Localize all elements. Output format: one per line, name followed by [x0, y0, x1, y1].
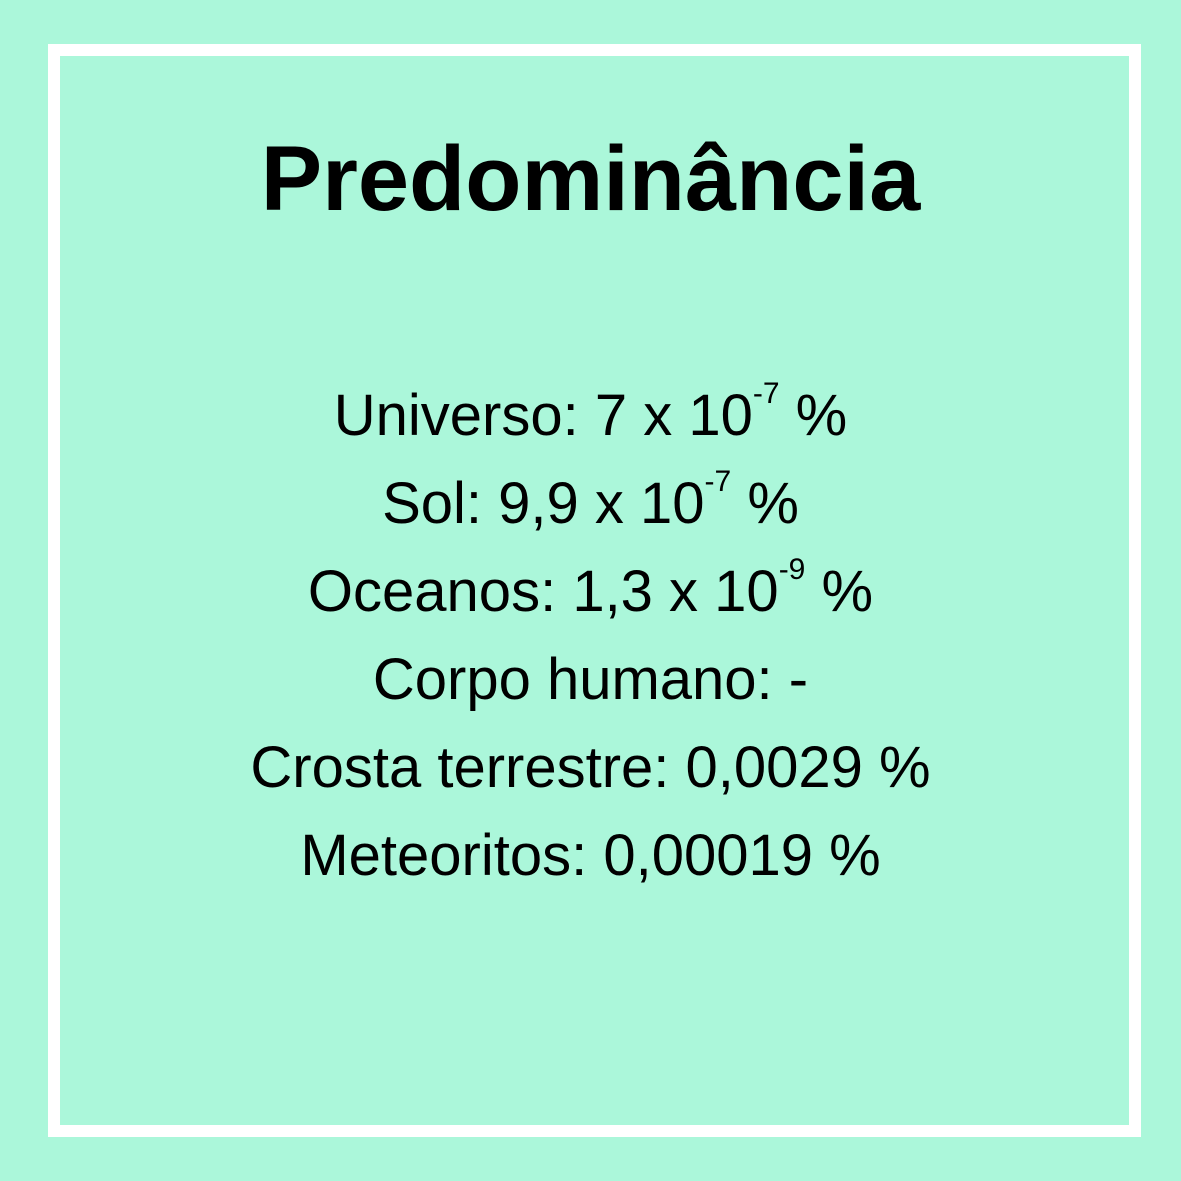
line-value: 0,0029 %	[685, 735, 931, 800]
line-oceanos: Oceanos: 1,3 x 10-9 %	[0, 548, 1181, 636]
line-label: Sol:	[382, 471, 483, 536]
line-exponent: -7	[704, 465, 732, 498]
line-corpo-humano: Corpo humano: -	[0, 636, 1181, 724]
page-title: Predominância	[260, 128, 921, 230]
line-meteoritos: Meteoritos: 0,00019 %	[0, 812, 1181, 900]
line-exponent: -7	[752, 377, 780, 410]
line-universo: Universo: 7 x 10-7 %	[0, 372, 1181, 460]
line-mantissa: 7 x 10	[594, 383, 753, 448]
line-label: Meteoritos:	[300, 823, 588, 888]
line-label: Universo:	[333, 383, 579, 448]
line-exponent: -9	[778, 553, 806, 586]
line-mantissa: 9,9 x 10	[498, 471, 705, 536]
line-value: -	[788, 647, 809, 712]
line-unit: %	[821, 559, 874, 624]
line-unit: %	[795, 383, 848, 448]
line-sol: Sol: 9,9 x 10-7 %	[0, 460, 1181, 548]
line-label: Corpo humano:	[372, 647, 773, 712]
abundance-list: Universo: 7 x 10-7 % Sol: 9,9 x 10-7 % O…	[0, 372, 1181, 900]
line-unit: %	[747, 471, 799, 536]
line-label: Oceanos:	[307, 559, 557, 624]
line-mantissa: 1,3 x 10	[572, 559, 779, 624]
line-crosta-terrestre: Crosta terrestre: 0,0029 %	[0, 724, 1181, 812]
line-value: 0,00019 %	[603, 823, 881, 888]
line-label: Crosta terrestre:	[250, 735, 670, 800]
